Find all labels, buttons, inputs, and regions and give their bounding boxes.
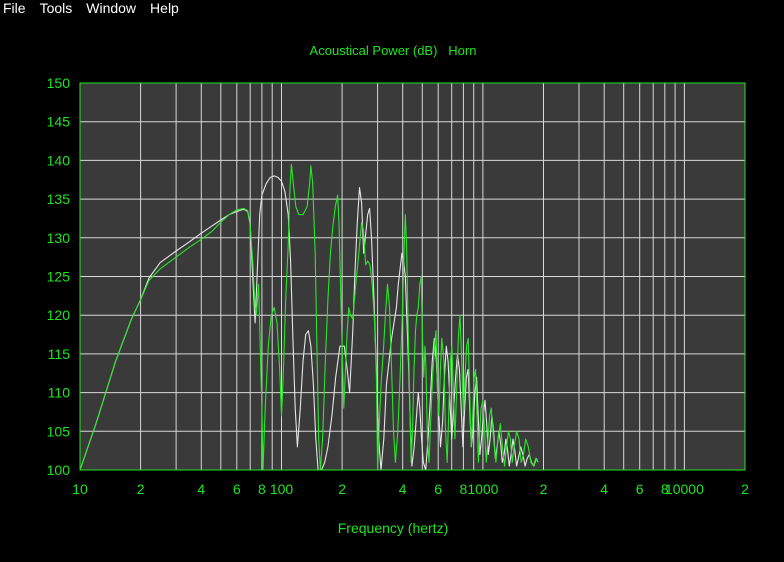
x-tick-label: 2 xyxy=(741,481,749,497)
y-tick-label: 140 xyxy=(47,152,71,168)
x-tick-label: 4 xyxy=(399,481,407,497)
y-tick-label: 135 xyxy=(47,191,71,207)
y-tick-label: 120 xyxy=(47,307,71,323)
x-tick-label: 2 xyxy=(540,481,548,497)
x-tick-label: 4 xyxy=(600,481,608,497)
x-tick-label: 4 xyxy=(197,481,205,497)
x-axis-label: Frequency (hertz) xyxy=(338,520,448,536)
x-tick-label: 10000 xyxy=(665,481,704,497)
y-tick-label: 110 xyxy=(48,385,71,401)
x-tick-label: 6 xyxy=(636,481,644,497)
x-tick-label: 1000 xyxy=(467,481,498,497)
x-tick-label: 2 xyxy=(137,481,145,497)
y-tick-label: 105 xyxy=(47,423,71,439)
y-tick-label: 100 xyxy=(47,462,71,478)
x-tick-label: 100 xyxy=(270,481,294,497)
y-tick-label: 115 xyxy=(48,346,71,362)
x-tick-label: 10 xyxy=(72,481,88,497)
y-tick-label: 145 xyxy=(47,114,71,130)
acoustical-power-chart: Acoustical Power (dB) Horn 1001051101151… xyxy=(47,43,749,536)
x-tick-label: 6 xyxy=(434,481,442,497)
y-tick-label: 130 xyxy=(47,230,71,246)
y-tick-label: 150 xyxy=(47,75,71,91)
x-tick-label: 8 xyxy=(258,481,266,497)
x-tick-label: 8 xyxy=(460,481,468,497)
y-tick-labels: 100 105 110 115 120 125 130 135 140 145 150 xyxy=(47,75,71,478)
x-tick-label: 2 xyxy=(338,481,346,497)
x-tick-label: 6 xyxy=(233,481,241,497)
chart-title: Acoustical Power (dB) Horn xyxy=(310,43,477,58)
x-tick-labels: 10 2 4 6 8 100 2 4 6 8 1000 2 4 6 810000 2 xyxy=(72,481,749,497)
y-tick-label: 125 xyxy=(47,269,71,285)
